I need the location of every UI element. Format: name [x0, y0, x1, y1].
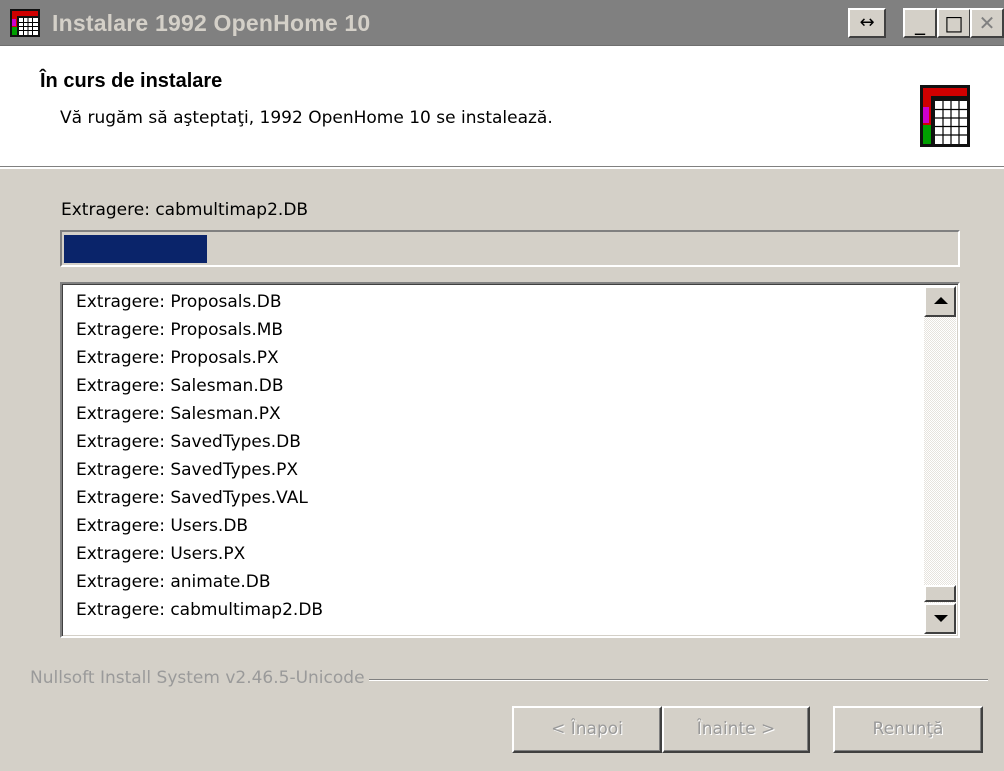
log-item: Extragere: Proposals.DB	[76, 292, 282, 312]
page-title: În curs de instalare	[40, 70, 223, 92]
log-item: Extragere: cabmultimap2.DB	[76, 600, 324, 620]
branding-text: Nullsoft Install System v2.46.5-Unicode	[30, 668, 369, 688]
back-button-label: < Înapoi	[551, 719, 623, 739]
scroll-thumb[interactable]	[924, 585, 956, 602]
resize-button[interactable]: ↔	[848, 8, 886, 38]
log-scrollbar[interactable]	[924, 286, 956, 634]
next-button-label: Înainte >	[696, 719, 776, 739]
maximize-icon: □	[944, 11, 964, 35]
cancel-button[interactable]: Renunţă	[833, 706, 983, 753]
install-log[interactable]: Extragere: Proposals.DB Extragere: Propos…	[60, 282, 960, 638]
title-bar[interactable]: Instalare 1992 OpenHome 10 ↔ _ □ ✕	[0, 0, 1004, 46]
close-button[interactable]: ✕	[970, 8, 1004, 38]
log-item: Extragere: animate.DB	[76, 572, 271, 592]
minimize-button[interactable]: _	[903, 8, 937, 38]
log-item: Extragere: SavedTypes.PX	[76, 460, 299, 480]
next-button[interactable]: Înainte >	[662, 706, 810, 753]
maximize-button[interactable]: □	[937, 8, 971, 38]
progress-fill	[64, 235, 207, 263]
scroll-up-button[interactable]	[924, 286, 956, 317]
cancel-button-label: Renunţă	[872, 719, 944, 739]
app-icon	[10, 9, 40, 37]
log-item: Extragere: Salesman.PX	[76, 404, 281, 424]
scroll-down-button[interactable]	[924, 603, 956, 634]
header-panel	[0, 46, 1004, 167]
log-item: Extragere: Users.DB	[76, 516, 249, 536]
log-item: Extragere: Proposals.PX	[76, 348, 279, 368]
log-item: Extragere: Proposals.MB	[76, 320, 284, 340]
log-item: Extragere: SavedTypes.VAL	[76, 488, 308, 508]
log-list: Extragere: Proposals.DB Extragere: Propos…	[76, 288, 916, 624]
current-action-label: Extragere: cabmultimap2.DB	[61, 200, 309, 220]
progress-bar	[60, 230, 960, 267]
log-item: Extragere: SavedTypes.DB	[76, 432, 301, 452]
arrow-up-icon	[934, 297, 948, 304]
close-icon: ✕	[978, 11, 996, 35]
minimize-icon: _	[915, 11, 925, 35]
arrow-down-icon	[934, 615, 948, 622]
window-title: Instalare 1992 OpenHome 10	[52, 10, 371, 36]
log-item: Extragere: Salesman.DB	[76, 376, 284, 396]
header-divider	[0, 167, 1004, 169]
installer-icon	[920, 85, 970, 147]
back-button[interactable]: < Înapoi	[512, 706, 662, 753]
page-subtitle: Vă rugăm să aşteptaţi, 1992 OpenHome 10 …	[60, 108, 553, 128]
log-item: Extragere: Users.PX	[76, 544, 246, 564]
